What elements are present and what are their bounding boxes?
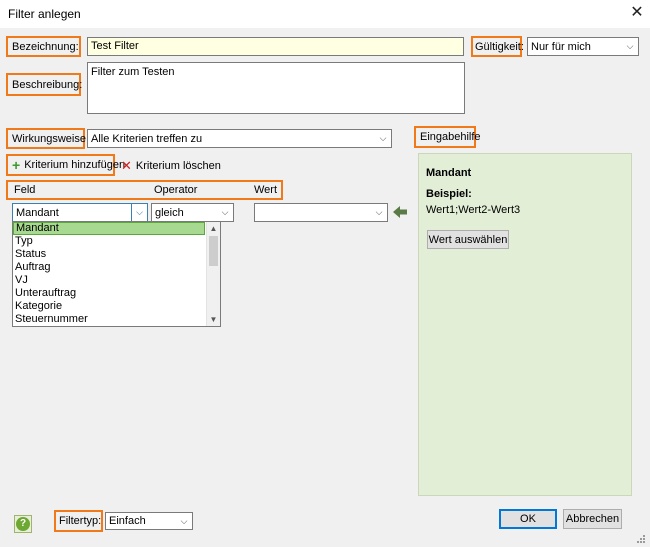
gueltigkeit-value: Nur für mich bbox=[531, 40, 591, 53]
scrollbar-thumb[interactable] bbox=[209, 236, 218, 266]
feld-option[interactable]: VJ bbox=[13, 274, 205, 287]
scroll-down-icon[interactable]: ▼ bbox=[207, 313, 220, 326]
eingabehilfe-panel: Mandant Beispiel: Wert1;Wert2-Wert3 Wert… bbox=[418, 153, 632, 496]
beschreibung-label: Beschreibung: bbox=[6, 73, 83, 96]
chevron-down-icon: ⌵ bbox=[626, 41, 634, 51]
scroll-up-icon[interactable]: ▲ bbox=[207, 222, 220, 235]
wirkungsweise-label-text: Wirkungsweise: bbox=[12, 132, 90, 145]
column-operator: Operator bbox=[154, 184, 198, 196]
add-criterion-button[interactable]: + Kriterium hinzufügen bbox=[6, 154, 125, 176]
wirkungsweise-select[interactable]: Alle Kriterien treffen zu ⌵ bbox=[87, 129, 392, 148]
eingabehilfe-label-text: Eingabehilfe bbox=[420, 131, 481, 143]
beschreibung-textarea[interactable]: Filter zum Testen bbox=[87, 62, 465, 114]
window-title: Filter anlegen bbox=[8, 7, 81, 21]
delete-criterion-button[interactable]: ✕ Kriterium löschen bbox=[121, 159, 221, 173]
help-button[interactable]: ? bbox=[14, 515, 32, 533]
chevron-down-icon: ⌵ bbox=[379, 133, 387, 143]
feld-option[interactable]: Mandant bbox=[13, 222, 205, 235]
eingabehilfe-label: Eingabehilfe bbox=[414, 126, 481, 148]
helper-example-value: Wert1;Wert2-Wert3 bbox=[426, 204, 521, 216]
chevron-down-icon: ⌵ bbox=[180, 515, 188, 526]
gueltigkeit-label-text: Gültigkeit: bbox=[475, 40, 524, 53]
chevron-down-icon: ⌵ bbox=[221, 207, 229, 217]
feld-option[interactable]: Unterauftrag bbox=[13, 287, 205, 300]
add-criterion-label: Kriterium hinzufügen bbox=[24, 159, 126, 171]
feld-option[interactable]: Steuernummer bbox=[13, 313, 205, 326]
gueltigkeit-select[interactable]: Nur für mich ⌵ bbox=[527, 37, 639, 56]
ok-button-label: OK bbox=[520, 513, 536, 525]
scrollbar[interactable]: ▲ ▼ bbox=[206, 222, 220, 326]
bezeichnung-label: Bezeichnung: bbox=[6, 36, 81, 57]
filtertyp-label-text: Filtertyp: bbox=[59, 515, 102, 527]
operator-value: gleich bbox=[155, 206, 184, 219]
feld-option[interactable]: Status bbox=[13, 248, 205, 261]
feld-value: Mandant bbox=[16, 206, 59, 219]
filtertyp-label: Filtertyp: bbox=[54, 510, 103, 532]
select-value-label: Wert auswählen bbox=[428, 233, 508, 246]
wert-select[interactable]: ⌵ bbox=[254, 203, 388, 222]
bezeichnung-input[interactable]: Test Filter bbox=[87, 37, 464, 56]
wirkungsweise-label: Wirkungsweise: bbox=[6, 128, 89, 149]
feld-option[interactable]: Auftrag bbox=[13, 261, 205, 274]
chevron-down-icon[interactable]: ⌵ bbox=[131, 204, 147, 221]
operator-select[interactable]: gleich ⌵ bbox=[151, 203, 234, 222]
ok-button[interactable]: OK bbox=[499, 509, 557, 529]
plus-icon: + bbox=[12, 157, 21, 173]
criteria-header: Feld Operator Wert bbox=[6, 180, 283, 200]
delete-criterion-label: Kriterium löschen bbox=[135, 160, 221, 172]
gueltigkeit-label: Gültigkeit: bbox=[471, 36, 524, 57]
title-bar bbox=[0, 0, 650, 28]
bezeichnung-value: Test Filter bbox=[91, 40, 139, 52]
beschreibung-value: Filter zum Testen bbox=[91, 66, 175, 78]
column-wert: Wert bbox=[254, 184, 278, 196]
helper-field-name: Mandant bbox=[426, 167, 472, 179]
chevron-down-icon: ⌵ bbox=[375, 207, 383, 217]
helper-example-label: Beispiel: bbox=[426, 188, 472, 200]
filtertyp-select[interactable]: Einfach ⌵ bbox=[105, 512, 193, 530]
feld-select[interactable]: Mandant ⌵ bbox=[12, 203, 148, 222]
bezeichnung-label-text: Bezeichnung: bbox=[12, 40, 79, 53]
cancel-button[interactable]: Abbrechen bbox=[563, 509, 622, 529]
beschreibung-label-text: Beschreibung: bbox=[12, 78, 83, 91]
arrow-left-icon[interactable] bbox=[391, 204, 409, 220]
wirkungsweise-value: Alle Kriterien treffen zu bbox=[91, 132, 203, 145]
feld-dropdown-list[interactable]: Mandant Typ Status Auftrag VJ Unterauftrag Kat… bbox=[12, 221, 221, 327]
delete-icon: ✕ bbox=[121, 158, 132, 173]
column-feld: Feld bbox=[14, 184, 36, 196]
select-value-button[interactable]: Wert auswählen bbox=[427, 230, 509, 249]
cancel-button-label: Abbrechen bbox=[565, 513, 620, 525]
feld-option[interactable]: Typ bbox=[13, 235, 205, 248]
feld-option[interactable]: Kategorie bbox=[13, 300, 205, 313]
resize-grip-icon[interactable] bbox=[634, 532, 646, 544]
help-icon: ? bbox=[16, 517, 30, 531]
filtertyp-value: Einfach bbox=[109, 515, 146, 527]
close-icon[interactable]: ✕ bbox=[626, 2, 648, 24]
